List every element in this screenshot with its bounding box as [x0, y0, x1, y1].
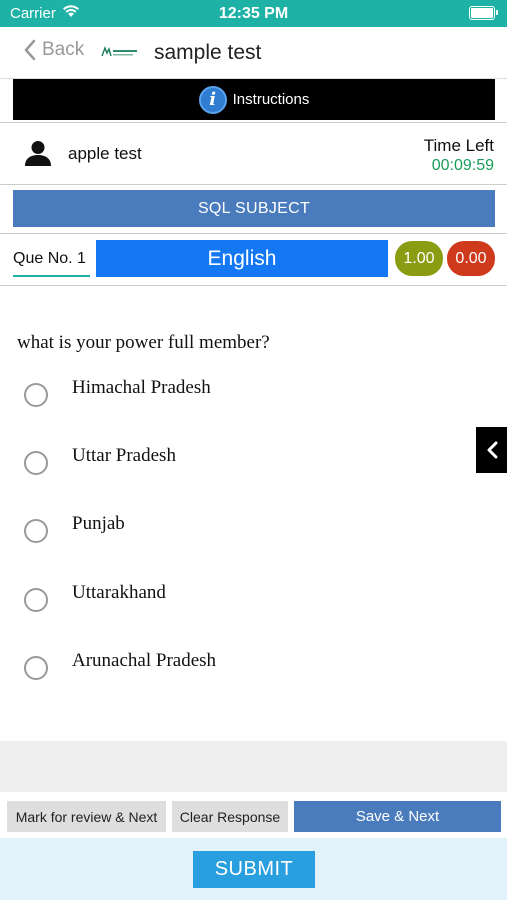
info-icon: i — [198, 85, 227, 114]
time-left-label: Time Left — [423, 136, 494, 155]
status-bar: Carrier 12:35 PM — [0, 0, 507, 27]
action-bar: Mark for review & Next Clear Response Sa… — [0, 792, 507, 838]
radio-button[interactable] — [24, 383, 48, 407]
submit-button[interactable]: SUBMIT — [193, 851, 315, 888]
mark-for-review-button[interactable]: Mark for review & Next — [7, 801, 166, 832]
clock-time: 12:35 PM — [218, 5, 289, 22]
question-palette-toggle[interactable] — [476, 427, 507, 473]
option-2[interactable]: Uttar Pradesh — [22, 445, 462, 485]
time-left-value: 00:09:59 — [431, 157, 494, 174]
candidate-name: apple test — [68, 144, 142, 163]
option-label: Punjab — [72, 513, 125, 534]
spacer-bar — [0, 741, 507, 792]
clear-response-button[interactable]: Clear Response — [172, 801, 288, 832]
option-1[interactable]: Himachal Pradesh — [22, 377, 462, 417]
save-and-next-button[interactable]: Save & Next — [294, 801, 501, 832]
radio-button[interactable] — [24, 588, 48, 612]
option-label: Himachal Pradesh — [72, 377, 211, 398]
option-4[interactable]: Uttarakhand — [22, 582, 462, 622]
back-button[interactable]: Back — [24, 39, 84, 61]
user-icon — [25, 141, 51, 166]
radio-button[interactable] — [24, 451, 48, 475]
option-3[interactable]: Punjab — [22, 513, 462, 553]
nav-bar: Back sample test — [0, 27, 507, 79]
back-label: Back — [42, 39, 85, 60]
radio-button[interactable] — [24, 656, 48, 680]
battery-icon — [469, 6, 498, 20]
subject-button[interactable]: SQL SUBJECT — [13, 190, 495, 227]
chevron-left-icon — [24, 39, 36, 61]
option-5[interactable]: Arunachal Pradesh — [22, 650, 462, 690]
option-label: Arunachal Pradesh — [72, 650, 217, 671]
instructions-label: Instructions — [232, 91, 310, 108]
language-selector[interactable]: English — [96, 240, 388, 277]
option-label: Uttar Pradesh — [72, 445, 176, 466]
positive-marks-badge: 1.00 — [395, 241, 443, 276]
page-title: sample test — [154, 41, 262, 64]
radio-button[interactable] — [24, 519, 48, 543]
submit-bar: SUBMIT — [0, 838, 507, 900]
chevron-left-icon — [487, 441, 497, 459]
instructions-button[interactable]: i Instructions — [13, 79, 495, 120]
option-label: Uttarakhand — [72, 582, 166, 603]
question-text: what is your power full member? — [17, 332, 270, 353]
negative-marks-badge: 0.00 — [447, 241, 495, 276]
question-number: Que No. 1 — [13, 247, 90, 277]
app-logo — [101, 46, 137, 57]
question-bar: Que No. 1 English 1.00 0.00 — [0, 233, 507, 286]
candidate-info-row: apple test Time Left 00:09:59 — [0, 122, 507, 185]
